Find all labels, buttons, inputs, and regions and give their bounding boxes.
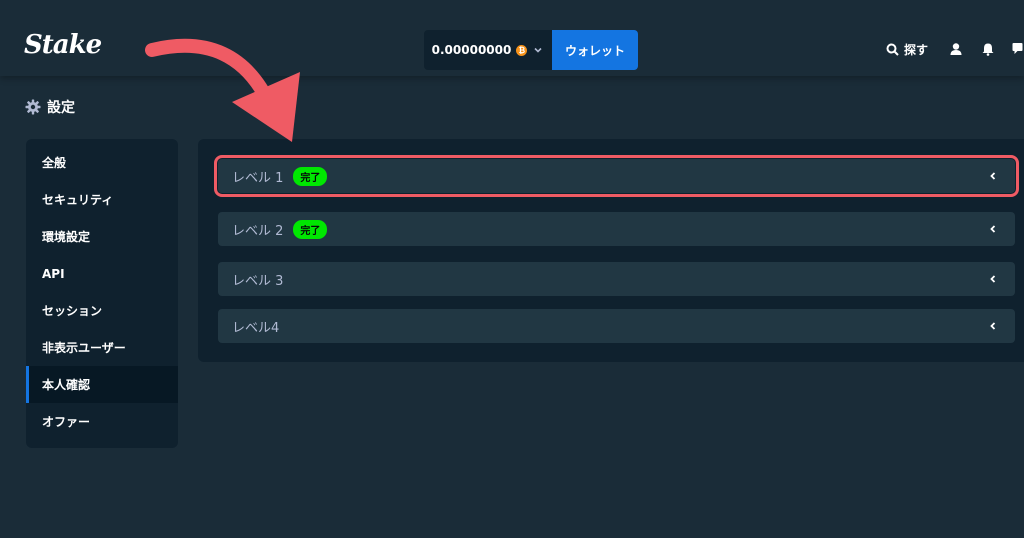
bell-icon[interactable]: [981, 42, 995, 56]
page-title-text: 設定: [47, 100, 75, 116]
sidebar-item-ignored-users[interactable]: 非表示ユーザー: [26, 329, 178, 366]
sidebar-item-security[interactable]: セキュリティ: [26, 181, 178, 218]
balance-selector[interactable]: 0.00000000 ₿: [424, 30, 552, 70]
search-button[interactable]: 探す: [886, 41, 928, 57]
chevron-left-icon: [990, 225, 996, 233]
annotation-arrow-icon: [145, 38, 300, 142]
chevron-left-icon: [990, 275, 996, 283]
chat-icon[interactable]: [1012, 42, 1024, 56]
sidebar-item-sessions[interactable]: セッション: [26, 292, 178, 329]
settings-sidebar: 全般 セキュリティ 環境設定 API セッション 非表示ユーザー 本人確認 オフ…: [26, 139, 178, 448]
chevron-left-icon: [990, 172, 996, 180]
level-1-row[interactable]: レベル 1 完了: [214, 155, 1019, 197]
sidebar-item-api[interactable]: API: [26, 255, 178, 292]
status-badge: 完了: [293, 166, 328, 186]
level-label: レベル 1: [232, 170, 284, 186]
page-title: 設定: [25, 97, 75, 117]
level-label: レベル 2: [232, 223, 284, 239]
level-label: レベル 3: [232, 273, 284, 289]
gear-icon: [25, 99, 41, 115]
bitcoin-icon: ₿: [516, 44, 528, 56]
sidebar-item-offers[interactable]: オファー: [26, 403, 178, 440]
wallet-button[interactable]: ウォレット: [552, 30, 638, 70]
sidebar-item-verification[interactable]: 本人確認: [26, 366, 178, 403]
level-4-row[interactable]: レベル4: [218, 309, 1015, 343]
level-3-row[interactable]: レベル 3: [218, 262, 1015, 296]
search-label: 探す: [904, 42, 929, 57]
chevron-left-icon: [990, 322, 996, 330]
level-2-row[interactable]: レベル 2 完了: [218, 212, 1015, 246]
user-icon[interactable]: [949, 42, 963, 56]
sidebar-item-preferences[interactable]: 環境設定: [26, 218, 178, 255]
balance-amount: 0.00000000: [431, 43, 512, 57]
level-label: レベル4: [232, 320, 280, 336]
stake-logo[interactable]: Stake: [24, 30, 102, 60]
status-badge: 完了: [293, 219, 328, 239]
chevron-down-icon: [534, 47, 542, 53]
verification-panel: レベル 1 完了 レベル 2 完了 レベル 3 レベル4: [198, 139, 1024, 362]
search-icon: [886, 43, 899, 56]
